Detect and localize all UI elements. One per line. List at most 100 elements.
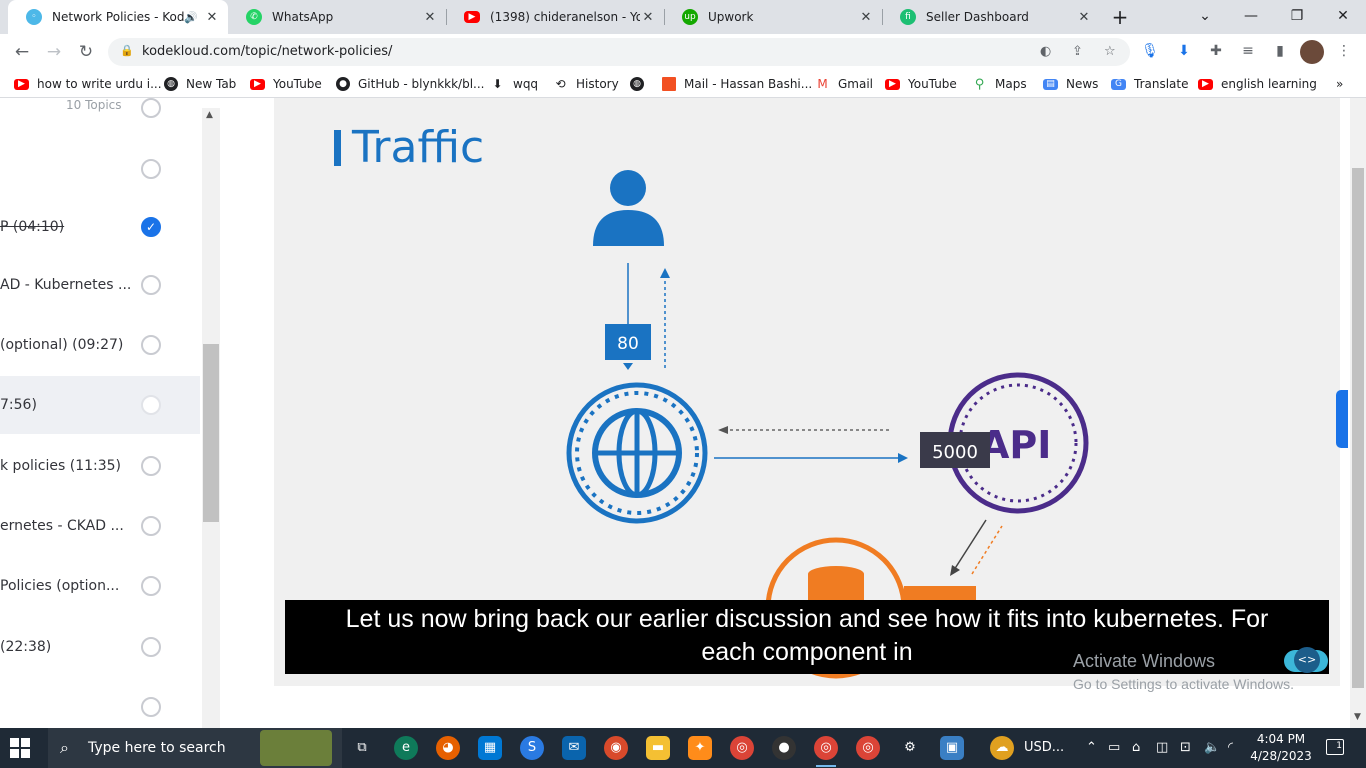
obs-icon[interactable]: ● [772,736,796,760]
notification-center-icon[interactable]: 1 [1326,739,1344,755]
url-text[interactable]: kodekloud.com/topic/network-policies/ [142,44,392,59]
close-tab-icon[interactable]: ✕ [422,10,438,25]
status-circle [141,335,161,355]
scroll-up-arrow-icon[interactable]: ▲ [206,110,213,120]
tab-seller-dashboard[interactable]: fi Seller Dashboard ✕ [882,0,1100,34]
lesson-label: (22:38) [0,639,52,655]
chrome-profile-icon[interactable]: ◎ [856,736,880,760]
start-button-windows-icon[interactable] [10,738,30,758]
back-button[interactable]: ← [10,40,34,64]
lesson-item[interactable]: P (04:10) ✓ [0,198,200,256]
tab-upwork[interactable]: up Upwork ✕ [664,0,882,34]
mail-icon[interactable]: ✉ [562,736,586,760]
camera-icon[interactable]: ⊡ [1180,740,1191,755]
tab-search-chevron-icon[interactable]: ⌄ [1182,0,1228,34]
weather-icon[interactable]: ☁ [990,736,1014,760]
close-tab-icon[interactable]: ✕ [640,10,656,25]
lesson-item[interactable]: AD - Kubernetes ... [0,256,200,314]
sidebar-scrollbar[interactable]: ▲ [202,108,220,728]
profile-avatar[interactable] [1300,40,1324,64]
speaker-icon[interactable]: 🔊 [184,11,198,24]
extensions-puzzle-icon[interactable]: ✚ [1206,40,1226,62]
file-explorer-icon[interactable]: ▬ [646,736,670,760]
wifi-icon[interactable]: ◜ [1228,740,1233,755]
lesson-item[interactable]: k policies (11:35) [0,437,200,495]
lesson-item-current[interactable]: 7:56) [0,376,200,434]
settings-app-icon[interactable]: ✦ [688,736,712,760]
lock-icon[interactable]: 🔒 [120,44,134,57]
page-scrollbar[interactable]: ▼ [1350,98,1366,728]
media-control-icon[interactable]: ≡ [1238,40,1258,62]
firefox-icon[interactable]: ◕ [436,736,460,760]
bookmark-item[interactable]: ▤ News [1043,76,1098,92]
lesson-item[interactable]: (22:38) [0,618,200,676]
close-tab-icon[interactable]: ✕ [858,10,874,25]
bookmark-item[interactable]: ⬇ wqq [490,76,538,92]
store-icon[interactable]: ▦ [478,736,502,760]
restore-button[interactable]: ❐ [1274,0,1320,34]
bookmark-item[interactable]: Mail - Hassan Bashi... [662,76,812,92]
address-bar[interactable]: 🔒 kodekloud.com/topic/network-policies/ … [108,38,1130,66]
app-icon[interactable]: ◉ [604,736,628,760]
menu-kebab-icon[interactable]: ⋮ [1334,40,1354,62]
bookmark-item[interactable]: ▶ YouTube [250,76,322,92]
bookmark-item[interactable]: ● GitHub - blynkkk/bl... [336,76,485,92]
lesson-label: AD - Kubernetes ... [0,277,132,293]
performance-icon[interactable]: ◐ [1040,44,1051,59]
meet-now-icon[interactable]: ◫ [1156,740,1168,755]
weather-label[interactable]: USD... [1024,740,1064,755]
skype-icon[interactable]: S [520,736,544,760]
bookmarks-overflow-icon[interactable]: » [1336,76,1343,92]
close-window-button[interactable]: ✕ [1320,0,1366,34]
bookmark-item[interactable]: ▶ YouTube [885,76,957,92]
bookmark-item[interactable]: ▶ how to write urdu i... [14,76,162,92]
code-toggle-button[interactable]: <> [1284,647,1328,673]
bookmark-item[interactable]: M Gmail [815,76,873,92]
display-icon[interactable]: ⌂ [1132,740,1140,755]
share-icon[interactable]: ⇪ [1072,44,1083,59]
new-tab-button[interactable]: + [1108,5,1132,29]
edge-icon[interactable]: e [394,736,418,760]
feedback-tab[interactable] [1336,390,1348,448]
battery-icon[interactable]: ▭ [1108,740,1120,755]
youtube-icon: ▶ [464,11,480,23]
slide-title: Traffic [351,122,484,173]
lesson-item[interactable]: ernetes - CKAD ... [0,497,200,555]
microphone-icon[interactable]: 🎙 [1140,40,1160,62]
system-clock[interactable]: 4:04 PM 4/28/2023 [1250,731,1312,765]
task-view-icon[interactable]: ⧉ [350,736,374,760]
gear-icon[interactable]: ⚙ [898,736,922,760]
youtube-icon: ▶ [885,78,900,90]
tab-network-policies[interactable]: ◦ Network Policies - KodeKloud 🔊 ✕ [8,0,228,34]
video-player[interactable]: Traffic 80 API 5000 Let us now bring bac… [274,98,1340,686]
bookmark-item[interactable]: G Translate [1111,76,1189,92]
lesson-item[interactable] [0,678,200,728]
chrome-icon[interactable]: ◎ [730,736,754,760]
reload-button[interactable]: ↻ [74,40,98,64]
control-panel-icon[interactable]: ▣ [940,736,964,760]
bookmark-star-icon[interactable]: ☆ [1104,44,1116,59]
chrome-active-icon[interactable]: ◎ [814,736,838,767]
lesson-item[interactable] [0,140,200,198]
minimize-button[interactable]: — [1228,0,1274,34]
bookmark-item[interactable]: ▶ english learning [1198,76,1317,92]
bookmark-item[interactable]: ⟲ History [553,76,618,92]
lesson-item[interactable]: (optional) (09:27) [0,316,200,374]
forward-button[interactable]: → [42,40,66,64]
bookmark-item[interactable]: ◍ [630,76,652,92]
bookmark-item[interactable]: ⚲ Maps [972,76,1027,92]
tab-youtube[interactable]: ▶ (1398) chideranelson - YouTube ✕ [446,0,664,34]
download-extension-icon[interactable]: ⬇ [1174,40,1194,62]
sidebar-scrollbar-thumb[interactable] [203,344,219,522]
tab-whatsapp[interactable]: ✆ WhatsApp ✕ [228,0,446,34]
bookmark-item[interactable]: ◍ New Tab [164,76,236,92]
close-tab-icon[interactable]: ✕ [204,10,220,25]
show-hidden-icons-chevron-icon[interactable]: ⌃ [1086,740,1097,755]
scroll-down-arrow-icon[interactable]: ▼ [1354,712,1361,722]
close-tab-icon[interactable]: ✕ [1076,10,1092,25]
volume-icon[interactable]: 🔈 [1204,740,1220,755]
page-scrollbar-thumb[interactable] [1352,168,1364,688]
lesson-item[interactable]: Policies (option... [0,557,200,615]
taskbar-search-box[interactable]: ⌕ Type here to search [48,728,342,768]
side-panel-icon[interactable]: ▮ [1270,40,1290,62]
